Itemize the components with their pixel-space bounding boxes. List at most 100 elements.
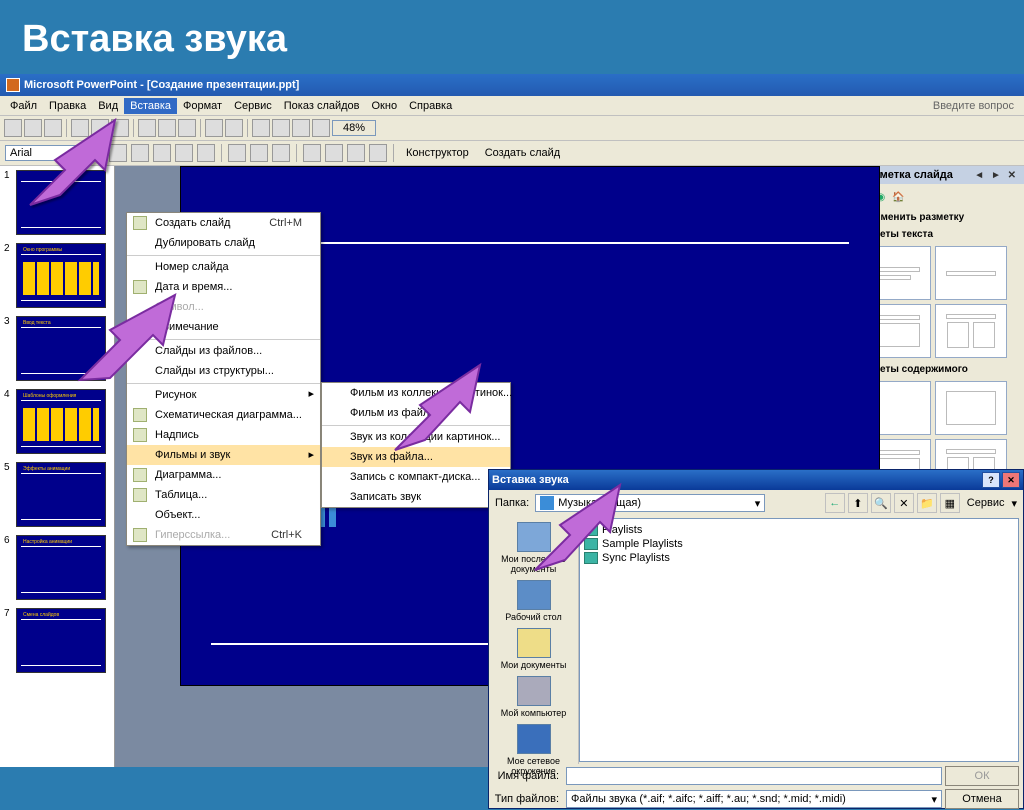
grid-icon[interactable] [312, 119, 330, 137]
search-icon[interactable]: 🔍 [871, 493, 891, 513]
menu-insert[interactable]: Вставка [124, 98, 177, 114]
zoom-combo[interactable]: 48% [332, 120, 376, 136]
italic-icon[interactable] [153, 144, 171, 162]
chart-icon[interactable] [252, 119, 270, 137]
thumb-5[interactable]: 5Эффекты анимации [4, 462, 110, 527]
open-icon[interactable] [24, 119, 42, 137]
dialog-help-button[interactable]: ? [982, 472, 1000, 488]
menu-window[interactable]: Окно [366, 98, 404, 114]
formatting-toolbar[interactable]: Arial Конструктор Создать слайд [0, 141, 1024, 166]
increase-font-icon[interactable] [325, 144, 343, 162]
movies-sounds-submenu[interactable]: Фильм из коллекции картинок...Фильм из ф… [321, 382, 511, 508]
align-center-icon[interactable] [250, 144, 268, 162]
menu-item[interactable]: Дата и время... [127, 277, 320, 297]
place-mydocs[interactable]: Мои документы [494, 626, 574, 672]
save-icon[interactable] [44, 119, 62, 137]
dropdown-arrow-icon[interactable]: ▾ [755, 497, 761, 510]
undo-icon[interactable] [205, 119, 223, 137]
menu-help[interactable]: Справка [403, 98, 458, 114]
menu-tools[interactable]: Сервис [228, 98, 278, 114]
cut-icon[interactable] [138, 119, 156, 137]
dialog-titlebar[interactable]: Вставка звука ? ✕ [489, 470, 1023, 490]
design-button[interactable]: Конструктор [400, 144, 475, 162]
menu-item[interactable]: Слайды из структуры... [127, 361, 320, 381]
list-item[interactable]: Playlists [584, 523, 1014, 537]
menu-edit[interactable]: Правка [43, 98, 92, 114]
standard-toolbar[interactable]: 48% [0, 116, 1024, 141]
delete-icon[interactable]: ✕ [894, 493, 914, 513]
menu-item[interactable]: Диаграмма... [127, 465, 320, 485]
underline-icon[interactable] [175, 144, 193, 162]
font-color-icon[interactable] [369, 144, 387, 162]
menu-item[interactable]: Гиперссылка...Ctrl+K [127, 525, 320, 545]
list-item[interactable]: Sample Playlists [584, 537, 1014, 551]
cancel-button[interactable]: Отмена [945, 789, 1019, 809]
taskpane-toolbar[interactable]: ◉ ◉ 🏠 [855, 184, 1024, 208]
align-right-icon[interactable] [272, 144, 290, 162]
new-folder-icon[interactable]: 📁 [917, 493, 937, 513]
table-icon[interactable] [272, 119, 290, 137]
up-icon[interactable]: ⬆ [848, 493, 868, 513]
taskpane-nav-icons[interactable]: ◄ ► ✕ [974, 170, 1018, 181]
thumb-1[interactable]: 1 [4, 170, 110, 235]
list-item[interactable]: Sync Playlists [584, 551, 1014, 565]
menu-item[interactable]: Создать слайдCtrl+M [127, 213, 320, 233]
views-icon[interactable]: ▦ [940, 493, 960, 513]
place-recent[interactable]: Мои последние документы [494, 520, 574, 576]
menu-item[interactable]: Рисунок▸ [127, 383, 320, 405]
layout-content[interactable] [935, 381, 1007, 435]
menu-item[interactable]: Символ... [127, 297, 320, 317]
menu-item[interactable]: Схематическая диаграмма... [127, 405, 320, 425]
submenu-item[interactable]: Записать звук [322, 487, 510, 507]
dialog-close-button[interactable]: ✕ [1002, 472, 1020, 488]
ok-button[interactable]: ОК [945, 766, 1019, 786]
place-desktop[interactable]: Рабочий стол [494, 578, 574, 624]
menu-item[interactable]: Таблица... [127, 485, 320, 505]
menu-item[interactable]: Дублировать слайд [127, 233, 320, 253]
thumb-2[interactable]: 2Окно программы [4, 243, 110, 308]
menu-format[interactable]: Формат [177, 98, 228, 114]
submenu-item[interactable]: Фильм из коллекции картинок... [322, 383, 510, 403]
new-icon[interactable] [4, 119, 22, 137]
thumb-6[interactable]: 6Настройка анимации [4, 535, 110, 600]
menu-slideshow[interactable]: Показ слайдов [278, 98, 366, 114]
menu-bar[interactable]: Файл Правка Вид Вставка Формат Сервис По… [0, 96, 1024, 116]
menu-item[interactable]: Слайды из файлов... [127, 339, 320, 361]
bold-icon[interactable] [131, 144, 149, 162]
slide-thumbnails[interactable]: 1 2Окно программы 3Ввод текста 4Шаблоны … [0, 166, 115, 767]
insert-sound-dialog[interactable]: Вставка звука ? ✕ Папка: Музыка (общая) … [488, 469, 1024, 809]
layout-title-only[interactable] [935, 246, 1007, 300]
font-name-combo[interactable]: Arial [5, 145, 105, 161]
filename-input[interactable] [566, 767, 942, 785]
align-left-icon[interactable] [228, 144, 246, 162]
paste-icon[interactable] [178, 119, 196, 137]
decrease-font-icon[interactable] [347, 144, 365, 162]
spellcheck-icon[interactable] [111, 119, 129, 137]
hyperlink-icon[interactable] [292, 119, 310, 137]
layout-two-col[interactable] [935, 304, 1007, 358]
menu-view[interactable]: Вид [92, 98, 124, 114]
shadow-icon[interactable] [197, 144, 215, 162]
submenu-item[interactable]: Звук из коллекции картинок... [322, 425, 510, 447]
submenu-item[interactable]: Фильм из файла... [322, 403, 510, 423]
dialog-toolbar[interactable]: Папка: Музыка (общая) ▾ ← ⬆ 🔍 ✕ 📁 ▦ Серв… [489, 490, 1023, 516]
filetype-combo[interactable]: Файлы звука (*.aif; *.aifc; *.aiff; *.au… [566, 790, 942, 808]
menu-file[interactable]: Файл [4, 98, 43, 114]
copy-icon[interactable] [158, 119, 176, 137]
taskpane-header[interactable]: Разметка слайда ◄ ► ✕ [855, 166, 1024, 184]
thumb-7[interactable]: 7Смена слайдов [4, 608, 110, 673]
thumb-4[interactable]: 4Шаблоны оформления [4, 389, 110, 454]
insert-menu-dropdown[interactable]: Создать слайдCtrl+MДублировать слайдНоме… [126, 212, 321, 546]
bullets-icon[interactable] [303, 144, 321, 162]
folder-combo[interactable]: Музыка (общая) ▾ [535, 494, 765, 512]
menu-item[interactable]: Объект... [127, 505, 320, 525]
dialog-tool-buttons[interactable]: ← ⬆ 🔍 ✕ 📁 ▦ Сервис▾ [825, 493, 1017, 513]
redo-icon[interactable] [225, 119, 243, 137]
places-bar[interactable]: Мои последние документы Рабочий стол Мои… [489, 516, 579, 764]
font-size-icon[interactable] [109, 144, 127, 162]
preview-icon[interactable] [91, 119, 109, 137]
back-icon[interactable]: ← [825, 493, 845, 513]
place-mycomputer[interactable]: Мой компьютер [494, 674, 574, 720]
file-list[interactable]: Playlists Sample Playlists Sync Playlist… [579, 518, 1019, 762]
ask-a-question[interactable]: Введите вопрос [927, 98, 1020, 114]
